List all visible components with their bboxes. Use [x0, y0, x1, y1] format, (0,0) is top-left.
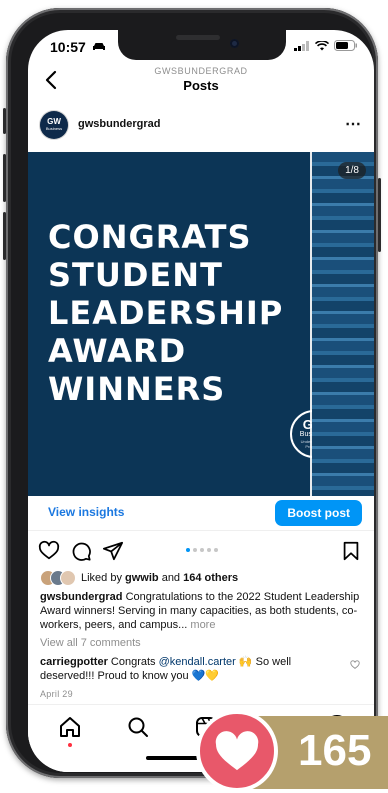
carousel-dot [186, 548, 190, 552]
volume-down-button [3, 212, 6, 260]
headline-line: WINNERS [48, 370, 226, 408]
headline-line: CONGRATS [48, 218, 252, 256]
boost-post-button[interactable]: Boost post [275, 500, 362, 526]
liker-avatar [60, 570, 76, 586]
post-date: April 29 [40, 689, 73, 699]
likes-summary[interactable]: Liked by gwwib and 164 others [40, 570, 238, 586]
post-header: GW Business gwsbundergrad ⋯ [28, 108, 374, 146]
likes-prefix: Liked by [81, 572, 126, 584]
search-icon[interactable] [126, 715, 150, 739]
insights-bar: View insights Boost post [28, 496, 374, 531]
nav-bar: GWSBUNDERGRAD Posts [28, 64, 374, 104]
avatar-text: GW [47, 117, 61, 126]
carousel-dot [193, 548, 197, 552]
post-caption: gwsbundergrad Congratulations to the 202… [40, 590, 362, 632]
like-circle [196, 710, 278, 792]
headline-line: AWARD [48, 332, 187, 370]
status-time: 10:57 [50, 39, 86, 55]
avatar[interactable]: GW Business [40, 111, 68, 139]
comment-item: carriegpotter Congrats @kendall.carter 🙌… [40, 655, 340, 683]
likes-user[interactable]: gwwib [125, 572, 159, 584]
power-button [378, 178, 381, 252]
phone-frame: 10:57 GWSBUNDERGRAD Posts GW Business gw… [3, 8, 381, 778]
slide-next-preview [312, 152, 374, 496]
caption-more-link[interactable]: more [187, 619, 215, 631]
carousel-dot [207, 548, 211, 552]
home-notification-dot [68, 743, 72, 747]
status-icons [294, 40, 358, 51]
post-image-carousel[interactable]: CONGRATS STUDENT LEADERSHIP AWARD WINNER… [28, 152, 374, 496]
battery-icon [334, 40, 357, 51]
bookmark-save-icon[interactable] [340, 540, 362, 562]
comment-like-heart-icon[interactable] [350, 660, 360, 670]
like-count: 165 [298, 726, 372, 775]
volume-up-button [3, 154, 6, 202]
likes-others[interactable]: 164 others [183, 572, 238, 584]
slide-headline: CONGRATS STUDENT LEADERSHIP AWARD WINNER… [48, 218, 283, 408]
notch [118, 30, 286, 60]
likes-middle: and [158, 572, 184, 584]
page-title: Posts [183, 78, 219, 93]
post-username[interactable]: gwsbundergrad [78, 118, 161, 130]
post-actions [28, 536, 374, 566]
carousel-dots [186, 548, 218, 552]
nav-account-name: GWSBUNDERGRAD [154, 66, 248, 76]
comment-mention[interactable]: @kendall.carter [159, 656, 236, 668]
signal-icon [294, 40, 309, 51]
slide-counter: 1/8 [338, 162, 366, 179]
like-heart-icon[interactable] [38, 540, 60, 562]
share-send-icon[interactable] [102, 540, 124, 562]
comment-username[interactable]: carriegpotter [40, 656, 108, 668]
speaker [176, 35, 220, 40]
headline-line: STUDENT [48, 256, 223, 294]
home-icon[interactable] [58, 715, 82, 739]
front-camera [230, 39, 239, 48]
slide-current: CONGRATS STUDENT LEADERSHIP AWARD WINNER… [28, 152, 338, 496]
avatar-subtext: Business [45, 126, 63, 131]
comment-icon[interactable] [70, 540, 92, 562]
heart-icon [215, 731, 259, 771]
like-count-overlay: 165 [196, 710, 388, 793]
car-icon [93, 43, 105, 50]
view-all-comments-link[interactable]: View all 7 comments [40, 637, 141, 649]
screen: 10:57 GWSBUNDERGRAD Posts GW Business gw… [28, 30, 374, 772]
carousel-dot [214, 548, 218, 552]
wifi-icon [315, 40, 329, 50]
view-insights-link[interactable]: View insights [48, 505, 124, 519]
carousel-dot [200, 548, 204, 552]
silent-switch [3, 108, 6, 134]
more-options-icon[interactable]: ⋯ [345, 114, 362, 134]
headline-line: LEADERSHIP [48, 294, 284, 332]
caption-username[interactable]: gwsbundergrad [40, 591, 123, 603]
comment-text-before: Congrats [107, 656, 159, 668]
